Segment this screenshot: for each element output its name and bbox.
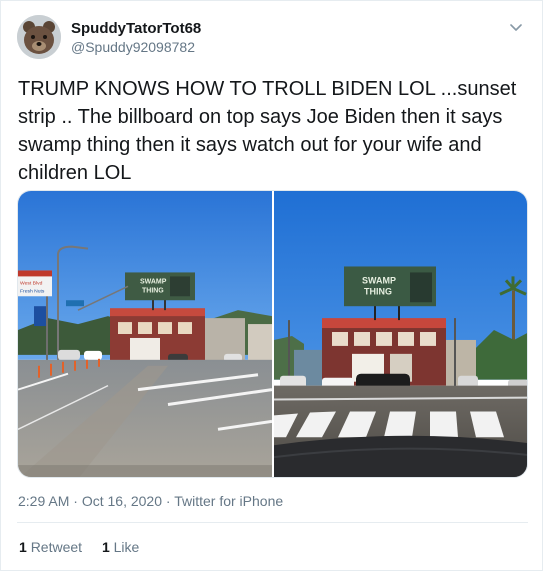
tweet-source[interactable]: Twitter for iPhone — [174, 493, 283, 509]
billboard-text-right-1: SWAMP — [362, 275, 396, 285]
store-sign-text: West Blvd — [20, 280, 43, 286]
billboard-text-left-2: THING — [142, 287, 164, 294]
retweets-stat[interactable]: 1 Retweet — [19, 538, 82, 556]
display-name[interactable]: SpuddyTatorTot68 — [71, 20, 201, 38]
likes-count: 1 — [101, 539, 110, 555]
avatar[interactable] — [17, 15, 61, 59]
likes-label: Like — [113, 539, 140, 555]
tweet-time[interactable]: 2:29 AM — [18, 493, 69, 509]
bear-avatar-icon — [17, 15, 61, 59]
photo-left[interactable]: SWAMP THING West Blvd Fresh Nuts — [18, 191, 272, 477]
chevron-down-icon — [510, 24, 522, 31]
store-sign-text-2: Fresh Nuts — [20, 288, 45, 294]
media-grid: SWAMP THING West Blvd Fresh Nuts SWAMP T… — [17, 190, 528, 478]
tweet-date[interactable]: Oct 16, 2020 — [82, 493, 162, 509]
tweet-text: TRUMP KNOWS HOW TO TROLL BIDEN LOL ...su… — [18, 78, 522, 184]
billboard-text-left-1: SWAMP — [140, 278, 167, 285]
street-photo-left-image: SWAMP THING West Blvd Fresh Nuts — [18, 191, 272, 477]
tweet-meta: 2:29 AM · Oct 16, 2020 · Twitter for iPh… — [18, 492, 283, 510]
tweet-stats: 1 Retweet 1 Like — [19, 538, 155, 556]
meta-separator: · — [69, 493, 82, 509]
more-options-button[interactable] — [505, 19, 527, 37]
tweet-header: SpuddyTatorTot68 @Spuddy92098782 — [17, 15, 527, 63]
user-info: SpuddyTatorTot68 @Spuddy92098782 — [71, 20, 201, 56]
street-photo-right-image: SWAMP THING — [274, 191, 527, 477]
user-handle[interactable]: @Spuddy92098782 — [71, 38, 201, 56]
meta-separator: · — [162, 493, 175, 509]
retweets-label: Retweet — [30, 539, 83, 555]
retweets-count: 1 — [19, 539, 27, 555]
divider — [17, 522, 528, 523]
photo-right[interactable]: SWAMP THING — [274, 191, 527, 477]
billboard-text-right-2: THING — [364, 286, 392, 296]
likes-stat[interactable]: 1 Like — [102, 538, 139, 556]
tweet-card: SpuddyTatorTot68 @Spuddy92098782 TRUMP K… — [0, 0, 543, 571]
